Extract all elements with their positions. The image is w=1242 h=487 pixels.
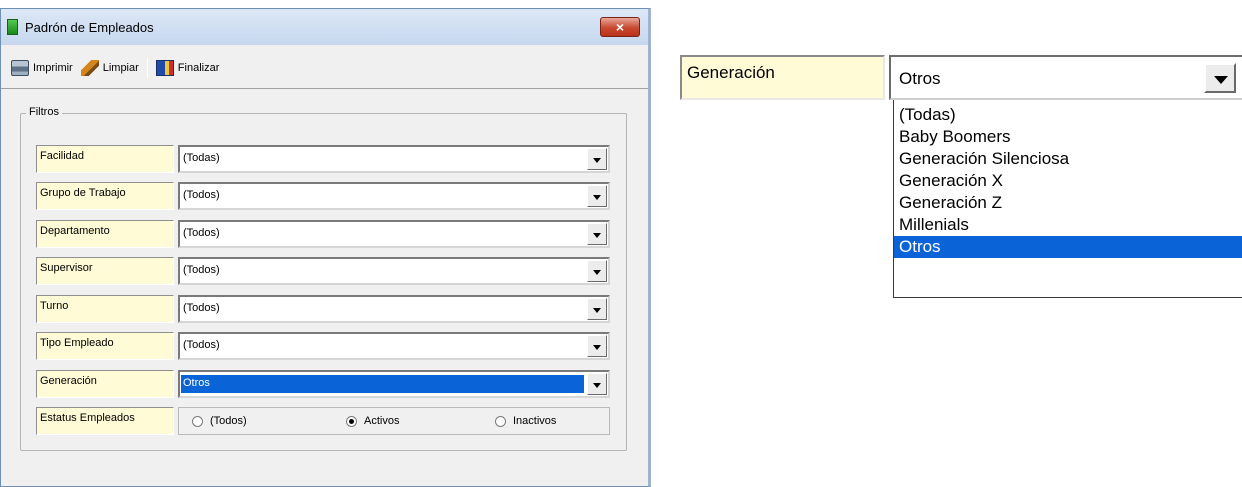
filter-row-departamento: Departamento (Todos) (36, 220, 610, 250)
filter-row-estatus: Estatus Empleados (Todos) Activos Inacti… (36, 407, 610, 437)
broom-icon (80, 59, 99, 76)
employee-register-window: Padrón de Empleados × Imprimir Limpiar F… (0, 8, 651, 487)
screenshot-stage: Padrón de Empleados × Imprimir Limpiar F… (0, 0, 1242, 487)
combo-value: (Todos) (183, 189, 220, 201)
dropdown-option[interactable]: Generación X (894, 170, 1242, 192)
chevron-down-icon[interactable] (587, 185, 607, 207)
tipo-empleado-combo[interactable]: (Todos) (178, 332, 610, 360)
generacion-dropdown-list: (Todas) Baby Boomers Generación Silencio… (893, 100, 1242, 298)
combo-value: (Todos) (183, 227, 220, 239)
zoom-combo-value: Otros (899, 69, 941, 88)
chevron-down-icon[interactable] (587, 223, 607, 245)
filter-label: Facilidad (36, 145, 174, 173)
filters-legend: Filtros (26, 106, 62, 118)
filter-label: Tipo Empleado (36, 332, 174, 360)
status-label: Estatus Empleados (36, 407, 174, 435)
filter-label: Supervisor (36, 257, 174, 285)
radio-label: Activos (364, 415, 400, 427)
filter-label: Departamento (36, 220, 174, 248)
status-radio-group: (Todos) Activos Inactivos (178, 407, 610, 435)
filter-row-tipo-empleado: Tipo Empleado (Todos) (36, 332, 610, 362)
chevron-down-icon[interactable] (1204, 63, 1236, 93)
zoom-generacion-label: Generación (680, 55, 885, 100)
supervisor-combo[interactable]: (Todos) (178, 257, 610, 285)
chevron-down-icon[interactable] (587, 298, 607, 320)
radio-todos[interactable]: (Todos) (192, 415, 247, 427)
filter-row-turno: Turno (Todos) (36, 295, 610, 325)
generacion-combo[interactable]: Otros (178, 370, 610, 398)
dropdown-option[interactable]: (Todas) (894, 104, 1242, 126)
filter-row-generacion: Generación Otros (36, 370, 610, 400)
clear-button[interactable]: Limpiar (80, 59, 139, 76)
radio-circle-checked (346, 415, 357, 427)
zoom-generacion-combo[interactable]: Otros (889, 55, 1242, 100)
dropdown-option[interactable]: Generación Z (894, 192, 1242, 214)
combo-value: (Todos) (183, 302, 220, 314)
combo-value: (Todos) (183, 264, 220, 276)
chevron-down-icon[interactable] (587, 373, 607, 395)
radio-activos[interactable]: Activos (346, 415, 399, 427)
exit-icon (155, 59, 174, 76)
toolbar: Imprimir Limpiar Finalizar (1, 47, 648, 89)
print-button[interactable]: Imprimir (11, 59, 73, 76)
filter-row-facilidad: Facilidad (Todas) (36, 145, 610, 175)
grupo-trabajo-combo[interactable]: (Todos) (178, 182, 610, 210)
filter-label: Turno (36, 295, 174, 323)
dropdown-option[interactable]: Generación Silenciosa (894, 148, 1242, 170)
app-icon (7, 19, 18, 35)
finish-button[interactable]: Finalizar (155, 59, 220, 76)
filter-label: Grupo de Trabajo (36, 182, 174, 210)
dropdown-option-highlighted[interactable]: Otros (894, 236, 1242, 258)
filter-row-grupo-trabajo: Grupo de Trabajo (Todos) (36, 182, 610, 212)
departamento-combo[interactable]: (Todos) (178, 220, 610, 248)
chevron-down-icon[interactable] (587, 335, 607, 357)
clear-label: Limpiar (102, 61, 139, 74)
title-bar: Padrón de Empleados × (1, 9, 648, 45)
radio-circle (495, 415, 506, 427)
close-button[interactable]: × (600, 17, 640, 37)
chevron-down-icon[interactable] (587, 148, 607, 170)
combo-value: Otros (181, 375, 584, 393)
chevron-down-icon[interactable] (587, 260, 607, 282)
radio-label: Inactivos (513, 415, 557, 427)
radio-label: (Todos) (210, 415, 247, 427)
filter-label: Generación (36, 370, 174, 398)
combo-value: (Todos) (183, 339, 220, 351)
filters-group: Filtros Facilidad (Todas) Grupo de Traba… (20, 106, 627, 451)
filter-row-supervisor: Supervisor (Todos) (36, 257, 610, 287)
radio-inactivos[interactable]: Inactivos (495, 415, 556, 427)
turno-combo[interactable]: (Todos) (178, 295, 610, 323)
window-title: Padrón de Empleados (25, 19, 154, 35)
dropdown-option[interactable]: Millenials (894, 214, 1242, 236)
printer-icon (11, 59, 29, 76)
facilidad-combo[interactable]: (Todas) (178, 145, 610, 173)
toolbar-separator (146, 57, 148, 78)
combo-value: (Todas) (183, 152, 220, 164)
radio-circle (192, 415, 203, 427)
dropdown-option[interactable]: Baby Boomers (894, 126, 1242, 148)
finish-label: Finalizar (177, 61, 220, 74)
print-label: Imprimir (33, 61, 73, 74)
